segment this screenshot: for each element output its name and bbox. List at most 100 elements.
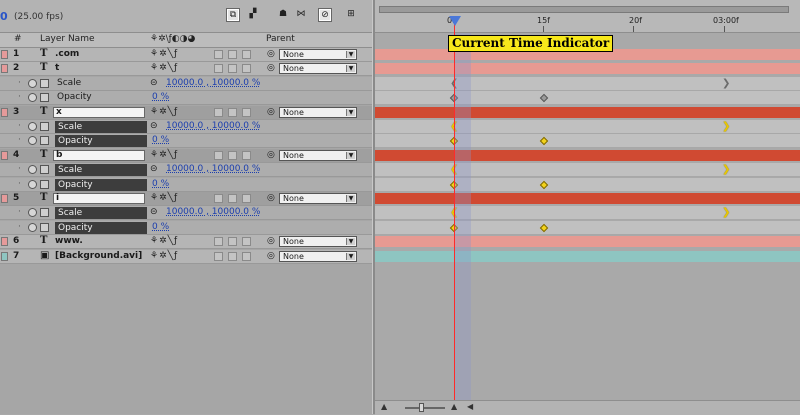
layer-row[interactable]: 5 Ti ⚘✲╲ƒ ◎ None ▼ (0, 192, 372, 206)
zoom-slider-track[interactable] (405, 407, 445, 409)
layer-name[interactable]: b (53, 150, 145, 161)
switch-box[interactable] (242, 252, 251, 261)
layer-duration-bar[interactable] (375, 193, 800, 204)
current-time-indicator-head[interactable] (449, 16, 461, 26)
switch-box[interactable] (214, 237, 223, 246)
layer-duration-bar[interactable] (375, 150, 800, 161)
stopwatch-icon[interactable] (28, 223, 37, 232)
property-value[interactable]: 10000.0 , 10000.0 % (166, 78, 260, 88)
scroll-left-icon[interactable]: ◀ (467, 402, 473, 411)
label-color-swatch[interactable] (1, 237, 8, 246)
pick-whip-icon[interactable]: ◎ (267, 107, 275, 117)
parent-dropdown[interactable]: None ▼ (279, 107, 357, 118)
parent-dropdown[interactable]: None ▼ (279, 193, 357, 204)
property-row[interactable]: · Opacity 0 % (0, 221, 372, 235)
switch-box[interactable] (242, 64, 251, 73)
layer-duration-bar[interactable] (375, 236, 800, 247)
graph-icon[interactable] (40, 165, 49, 174)
switch-box[interactable] (228, 64, 237, 73)
label-color-swatch[interactable] (1, 50, 8, 59)
layer-switches[interactable]: ⚘✲╲ƒ (150, 150, 178, 160)
stopwatch-icon[interactable] (28, 165, 37, 174)
stopwatch-icon[interactable] (28, 208, 37, 217)
layer-duration-bar[interactable] (375, 251, 800, 262)
label-color-swatch[interactable] (1, 64, 8, 73)
label-color-swatch[interactable] (1, 108, 8, 117)
switch-box[interactable] (228, 237, 237, 246)
graph-editor-icon[interactable]: ⊞ (344, 8, 358, 22)
layer-name[interactable]: .com (55, 49, 79, 59)
property-value[interactable]: 10000.0 , 10000.0 % (166, 121, 260, 131)
parent-dropdown[interactable]: None ▼ (279, 236, 357, 247)
pick-whip-icon[interactable]: ◎ (267, 251, 275, 261)
stopwatch-icon[interactable] (28, 180, 37, 189)
property-row[interactable]: · Opacity 0 % (0, 178, 372, 192)
layer-name[interactable]: www. (55, 236, 83, 246)
pick-whip-icon[interactable]: ◎ (267, 193, 275, 203)
current-time-readout[interactable]: 0 (0, 10, 8, 23)
stopwatch-icon[interactable] (28, 136, 37, 145)
keyframe-ease-out[interactable]: ❯ (722, 208, 730, 218)
time-ruler[interactable]: 0f 15f 20f 03:00f (375, 0, 800, 33)
switch-box[interactable] (242, 108, 251, 117)
property-value[interactable]: 0 % (152, 135, 169, 145)
layer-row[interactable]: 6 Twww. ⚘✲╲ƒ ◎ None ▼ (0, 235, 372, 249)
layer-row[interactable]: 4 Tb ⚘✲╲ƒ ◎ None ▼ (0, 149, 372, 163)
graph-icon[interactable] (40, 223, 49, 232)
constrain-proportions-icon[interactable]: ⊝ (150, 121, 158, 131)
property-value[interactable]: 10000.0 , 10000.0 % (166, 207, 260, 217)
hide-shy-icon[interactable]: ☗ (276, 8, 290, 22)
parent-dropdown[interactable]: None ▼ (279, 150, 357, 161)
graph-icon[interactable] (40, 208, 49, 217)
layer-switches[interactable]: ⚘✲╲ƒ (150, 251, 178, 261)
layer-name[interactable]: t (55, 63, 59, 73)
layer-switches[interactable]: ⚘✲╲ƒ (150, 107, 178, 117)
layer-switches[interactable]: ⚘✲╲ƒ (150, 236, 178, 246)
pick-whip-icon[interactable]: ◎ (267, 150, 275, 160)
switch-box[interactable] (242, 50, 251, 59)
pick-whip-icon[interactable]: ◎ (267, 236, 275, 246)
property-row[interactable]: · Scale ⊝ 10000.0 , 10000.0 % (0, 206, 372, 220)
property-row[interactable]: · Scale ⊝ 10000.0 , 10000.0 % (0, 163, 372, 177)
parent-header[interactable]: Parent (266, 34, 295, 44)
graph-icon[interactable] (40, 136, 49, 145)
switch-box[interactable] (214, 151, 223, 160)
comp-marker-icon[interactable]: ⧉ (226, 8, 240, 22)
layer-row[interactable]: 7 ▣ [Background.avi] ⚘✲╲ƒ ◎ None ▼ (0, 250, 372, 264)
layer-switches[interactable]: ⚘✲╲ƒ (150, 63, 178, 73)
layer-row[interactable]: 2 Tt ⚘✲╲ƒ ◎ None ▼ (0, 62, 372, 76)
property-row[interactable]: · Scale ⊝ 10000.0 , 10000.0 % (0, 77, 372, 91)
current-time-indicator-line[interactable] (454, 20, 455, 400)
property-row[interactable]: · Opacity 0 % (0, 91, 372, 105)
keyframe-ease-out[interactable]: ❯ (722, 122, 730, 132)
parent-dropdown[interactable]: None ▼ (279, 63, 357, 74)
layer-duration-bar[interactable] (375, 63, 800, 74)
switch-box[interactable] (214, 64, 223, 73)
switch-box[interactable] (242, 151, 251, 160)
layer-switches[interactable]: ⚘✲╲ƒ (150, 193, 178, 203)
stopwatch-icon[interactable] (28, 122, 37, 131)
switch-box[interactable] (214, 194, 223, 203)
stopwatch-icon[interactable] (28, 93, 37, 102)
property-value[interactable]: 0 % (152, 92, 169, 102)
layer-switches[interactable]: ⚘✲╲ƒ (150, 49, 178, 59)
switch-box[interactable] (228, 252, 237, 261)
layer-name-header[interactable]: Layer Name (40, 34, 95, 44)
switch-box[interactable] (228, 108, 237, 117)
draft-3d-icon[interactable]: ▞ (246, 8, 260, 22)
graph-icon[interactable] (40, 93, 49, 102)
constrain-proportions-icon[interactable]: ⊝ (150, 78, 158, 88)
switch-box[interactable] (228, 50, 237, 59)
property-row[interactable]: · Opacity 0 % (0, 134, 372, 148)
graph-icon[interactable] (40, 180, 49, 189)
layer-name[interactable]: x (53, 107, 145, 118)
zoom-in-icon[interactable]: ▲ (451, 402, 457, 411)
label-color-swatch[interactable] (1, 252, 8, 261)
pick-whip-icon[interactable]: ◎ (267, 49, 275, 59)
switch-box[interactable] (214, 252, 223, 261)
parent-dropdown[interactable]: None ▼ (279, 251, 357, 262)
graph-icon[interactable] (40, 79, 49, 88)
time-navigator[interactable] (379, 6, 789, 13)
constrain-proportions-icon[interactable]: ⊝ (150, 207, 158, 217)
switch-box[interactable] (242, 194, 251, 203)
